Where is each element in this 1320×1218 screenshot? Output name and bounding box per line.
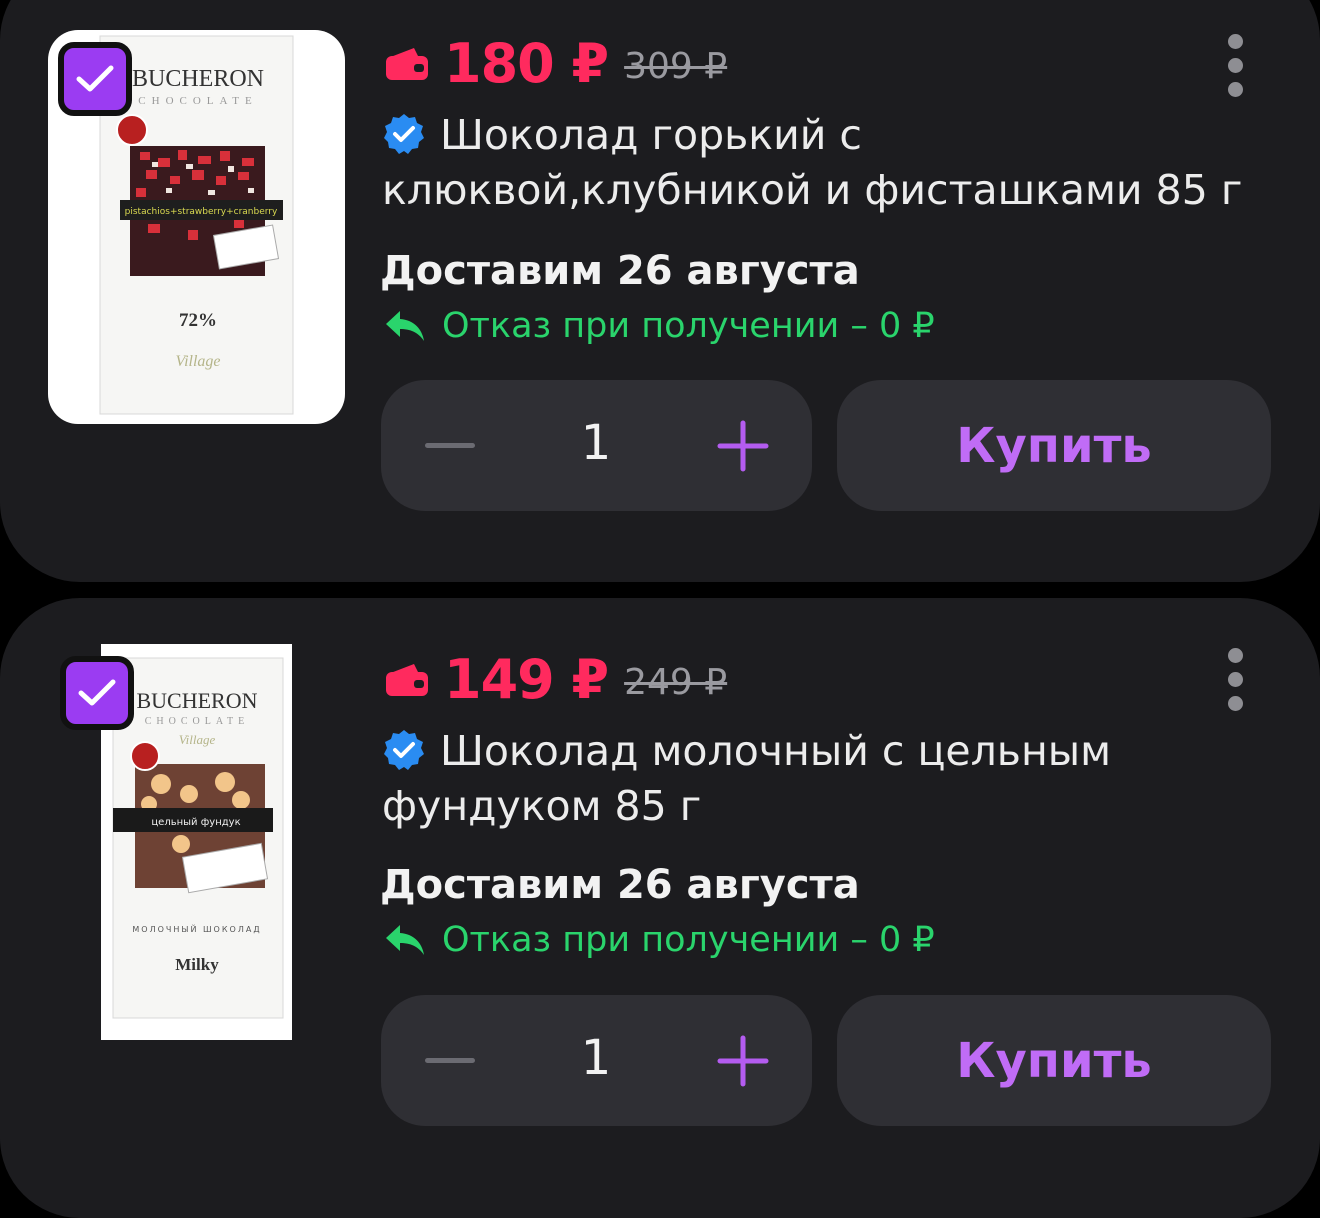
wallet-icon xyxy=(386,47,428,80)
type-line-text: МОЛОЧНЫЙ ШОКОЛАД xyxy=(132,923,261,934)
minus-icon xyxy=(425,1057,475,1063)
verified-icon xyxy=(384,114,424,154)
flavor-text: pistachios+strawberry+cranberry xyxy=(125,207,278,217)
refund-info: Отказ при получении – 0 ₽ xyxy=(384,920,935,960)
brand-text: BUCHERON xyxy=(132,66,264,92)
select-checkbox[interactable] xyxy=(60,656,134,730)
return-arrow-icon xyxy=(386,925,424,955)
flavor-text: цельный фундук xyxy=(151,817,240,828)
brand-text: BUCHERON xyxy=(136,688,257,713)
product-title[interactable]: Шоколад молочный с цельным фундуком 85 г xyxy=(382,724,1262,834)
more-icon xyxy=(1228,648,1243,663)
return-arrow-icon xyxy=(386,311,424,341)
more-menu-button[interactable] xyxy=(1228,34,1244,106)
current-price: 149 ₽ xyxy=(444,648,609,711)
minus-icon xyxy=(425,442,475,448)
old-price: 249 ₽ xyxy=(624,662,728,703)
more-menu-button[interactable] xyxy=(1228,648,1244,720)
more-icon xyxy=(1228,34,1243,49)
current-price: 180 ₽ xyxy=(444,32,609,95)
check-icon xyxy=(76,65,114,92)
refund-info: Отказ при получении – 0 ₽ xyxy=(384,306,935,346)
refund-text: Отказ при получении – 0 ₽ xyxy=(442,306,935,346)
brand-sub-text: CHOCOLATE xyxy=(138,95,257,107)
wallet-icon xyxy=(386,663,428,696)
product-card[interactable]: BUCHERON CHOCOLATE pistachios+strawberry… xyxy=(0,0,1320,582)
quantity-stepper[interactable]: 1 xyxy=(381,380,812,511)
select-checkbox[interactable] xyxy=(58,42,132,116)
price-row: 149 ₽ 249 ₽ xyxy=(384,648,727,711)
check-icon xyxy=(78,679,116,706)
quantity-value: 1 xyxy=(580,415,612,471)
quantity-value: 1 xyxy=(580,1030,612,1086)
decrease-button[interactable] xyxy=(425,1040,475,1080)
buy-button[interactable]: Купить xyxy=(837,995,1271,1126)
product-title-text: Шоколад молочный с цельным фундуком 85 г xyxy=(382,727,1112,830)
verified-icon xyxy=(384,730,424,770)
delivery-date: Доставим 26 августа xyxy=(380,862,860,908)
quantity-stepper[interactable]: 1 xyxy=(381,995,812,1126)
plus-icon[interactable] xyxy=(717,420,769,472)
product-title-text: Шоколад горький с клюквой,клубникой и фи… xyxy=(382,111,1243,214)
product-title[interactable]: Шоколад горький с клюквой,клубникой и фи… xyxy=(382,108,1262,218)
variant-text: Milky xyxy=(175,955,219,974)
refund-text: Отказ при получении – 0 ₽ xyxy=(442,920,935,960)
delivery-date: Доставим 26 августа xyxy=(380,248,860,294)
product-card[interactable]: BUCHERON CHOCOLATE Village цельный фунду… xyxy=(0,598,1320,1218)
price-row: 180 ₽ 309 ₽ xyxy=(384,32,727,95)
buy-button[interactable]: Купить xyxy=(837,380,1271,511)
percent-text: 72% xyxy=(179,310,217,331)
script-text: Village xyxy=(175,353,220,370)
script-text: Village xyxy=(179,732,216,747)
brand-sub-text: CHOCOLATE xyxy=(145,716,249,727)
old-price: 309 ₽ xyxy=(624,46,728,87)
plus-icon[interactable] xyxy=(717,1035,769,1087)
decrease-button[interactable] xyxy=(425,425,475,465)
